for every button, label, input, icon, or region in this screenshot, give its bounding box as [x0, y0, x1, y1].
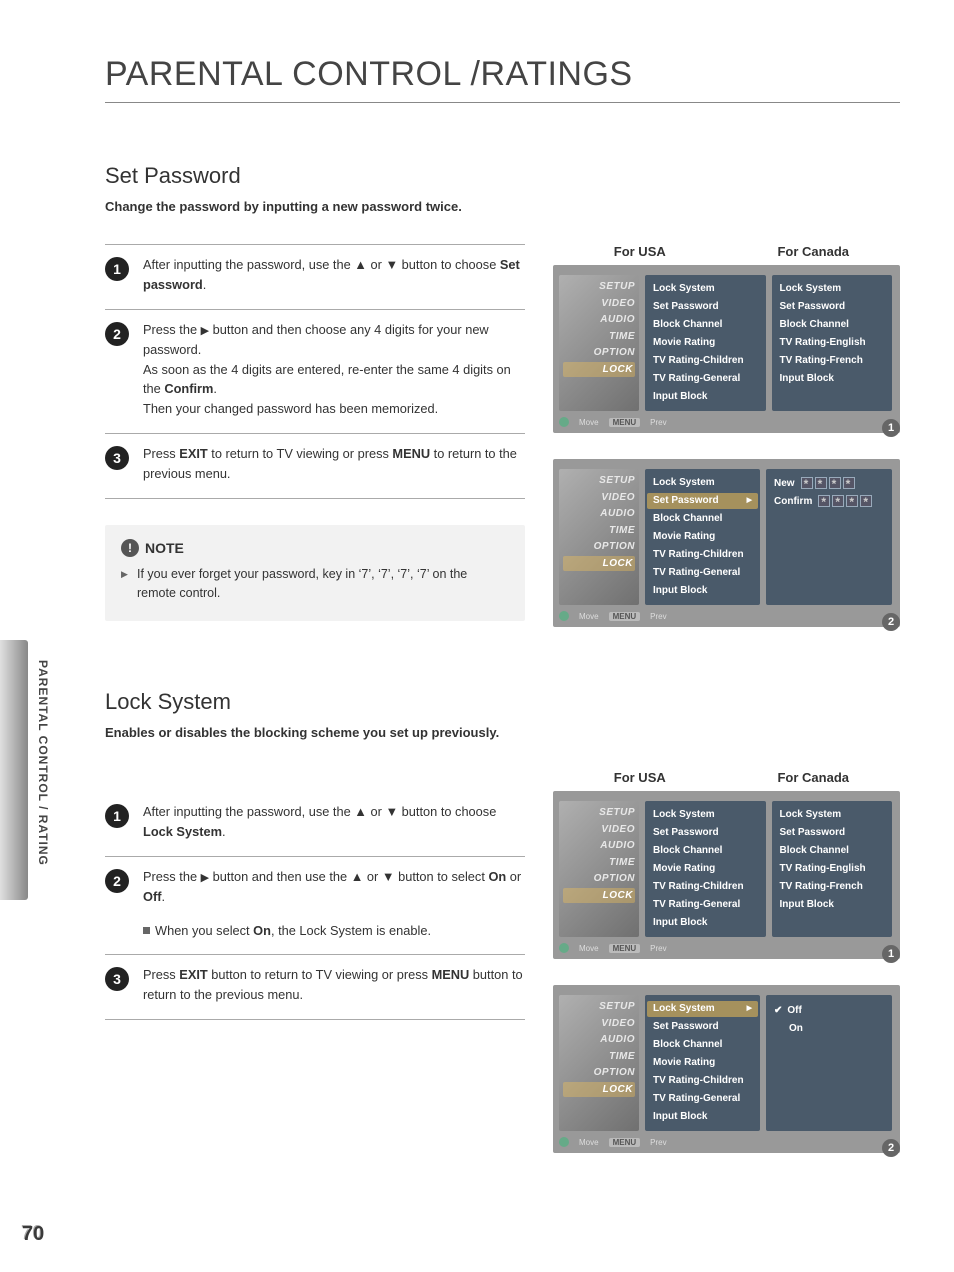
check-icon: ✔ — [774, 1003, 782, 1019]
tv-menu-usa-selected: Lock System Set Password Block Channel M… — [645, 469, 760, 605]
arrow-down-icon — [382, 867, 395, 887]
screenshot-badge-2: 2 — [882, 1139, 900, 1157]
tv-footer: Move MENUPrev — [559, 611, 892, 621]
step-3: 3 Press EXIT button to return to TV view… — [105, 955, 525, 1020]
note-body: If you ever forget your password, key in… — [121, 565, 509, 604]
page-title: PARENTAL CONTROL /RATINGS — [105, 55, 904, 94]
step-badge-3: 3 — [105, 967, 129, 991]
side-section-label: PARENTAL CONTROL / RATING — [36, 660, 50, 866]
tv-sidebar: SETUP VIDEO AUDIO TIME OPTION LOCK — [559, 275, 639, 411]
screenshot-badge-1: 1 — [882, 945, 900, 963]
arrow-right-icon — [201, 320, 209, 340]
step-badge-1: 1 — [105, 257, 129, 281]
tv-footer: Move MENUPrev — [559, 417, 892, 427]
set-password-screenshots: For USA For Canada SETUP VIDEO AUDIO TIM… — [553, 244, 900, 653]
tv-screenshot-sp-1: SETUP VIDEO AUDIO TIME OPTION LOCK Lock … — [553, 265, 900, 433]
tv-region-headers: For USA For Canada — [553, 770, 900, 785]
tv-region-headers: For USA For Canada — [553, 244, 900, 259]
tv-menu-canada: Lock System Set Password Block Channel T… — [772, 801, 893, 937]
move-icon — [559, 1137, 569, 1147]
tv-screenshot-sp-2: SETUP VIDEO AUDIO TIME OPTION LOCK Lock … — [553, 459, 900, 627]
step-2: 2 Press the button and then use the or b… — [105, 857, 525, 956]
step-badge-1: 1 — [105, 804, 129, 828]
step-1-text: After inputting the password, use the or… — [143, 255, 525, 295]
step-3-text: Press EXIT to return to TV viewing or pr… — [143, 444, 525, 484]
square-bullet-icon — [143, 927, 150, 934]
arrow-up-icon — [351, 867, 364, 887]
step-3: 3 Press EXIT to return to TV viewing or … — [105, 434, 525, 499]
move-icon — [559, 943, 569, 953]
header-canada: For Canada — [727, 244, 901, 259]
arrow-down-icon — [385, 255, 398, 275]
header-usa: For USA — [553, 244, 727, 259]
lock-system-title: Lock System — [105, 689, 900, 715]
tv-menu-usa-selected: Lock System Set Password Block Channel M… — [645, 995, 760, 1131]
screenshot-badge-1: 1 — [882, 419, 900, 437]
arrow-right-icon — [201, 867, 209, 887]
lock-system-subtitle: Enables or disables the blocking scheme … — [105, 725, 900, 740]
step-2-text: Press the button and then choose any 4 d… — [143, 320, 525, 419]
tv-menu-usa: Lock System Set Password Block Channel M… — [645, 275, 766, 411]
tv-sidebar: SETUP VIDEO AUDIO TIME OPTION LOCK — [559, 469, 639, 605]
step-badge-2: 2 — [105, 869, 129, 893]
tv-footer: Move MENUPrev — [559, 1137, 892, 1147]
header-canada: For Canada — [727, 770, 901, 785]
note-box: ! NOTE If you ever forget your password,… — [105, 525, 525, 622]
arrow-down-icon — [385, 802, 398, 822]
step-1: 1 After inputting the password, use the … — [105, 792, 525, 857]
tv-onoff-options: ✔Off On — [766, 995, 892, 1131]
set-password-subtitle: Change the password by inputting a new p… — [105, 199, 900, 214]
screenshot-badge-2: 2 — [882, 613, 900, 631]
set-password-steps: 1 After inputting the password, use the … — [105, 244, 525, 621]
section-set-password: Set Password Change the password by inpu… — [105, 163, 900, 653]
lock-system-screenshots: For USA For Canada SETUP VIDEO AUDIO TIM… — [553, 770, 900, 1179]
ls-step-3-text: Press EXIT button to return to TV viewin… — [143, 965, 525, 1005]
tv-sidebar: SETUP VIDEO AUDIO TIME OPTION LOCK — [559, 995, 639, 1131]
tv-menu-usa: Lock System Set Password Block Channel M… — [645, 801, 766, 937]
ls-step-2-text: Press the button and then use the or but… — [143, 867, 525, 941]
tv-password-entry: New Confirm — [766, 469, 892, 605]
section-lock-system: Lock System Enables or disables the bloc… — [105, 689, 900, 1179]
lock-system-steps: 1 After inputting the password, use the … — [105, 770, 525, 1020]
tv-menu-canada: Lock System Set Password Block Channel T… — [772, 275, 893, 411]
step-badge-3: 3 — [105, 446, 129, 470]
side-tab-decoration — [0, 640, 28, 900]
tv-sidebar: SETUP VIDEO AUDIO TIME OPTION LOCK — [559, 801, 639, 937]
step-1: 1 After inputting the password, use the … — [105, 244, 525, 310]
page-number: 70 — [22, 1223, 44, 1246]
note-exclaim-icon: ! — [121, 539, 139, 557]
step-2: 2 Press the button and then choose any 4… — [105, 310, 525, 434]
ls-step-1-text: After inputting the password, use the or… — [143, 802, 525, 842]
tv-screenshot-ls-1: SETUP VIDEO AUDIO TIME OPTION LOCK Lock … — [553, 791, 900, 959]
set-password-title: Set Password — [105, 163, 900, 189]
manual-page: PARENTAL CONTROL / RATING 70 PARENTAL CO… — [0, 0, 954, 1272]
tv-footer: Move MENUPrev — [559, 943, 892, 953]
step-badge-2: 2 — [105, 322, 129, 346]
header-usa: For USA — [553, 770, 727, 785]
move-icon — [559, 417, 569, 427]
note-heading: ! NOTE — [121, 539, 509, 557]
tv-screenshot-ls-2: SETUP VIDEO AUDIO TIME OPTION LOCK Lock … — [553, 985, 900, 1153]
move-icon — [559, 611, 569, 621]
arrow-up-icon — [354, 255, 367, 275]
arrow-up-icon — [354, 802, 367, 822]
title-underline — [105, 102, 900, 103]
